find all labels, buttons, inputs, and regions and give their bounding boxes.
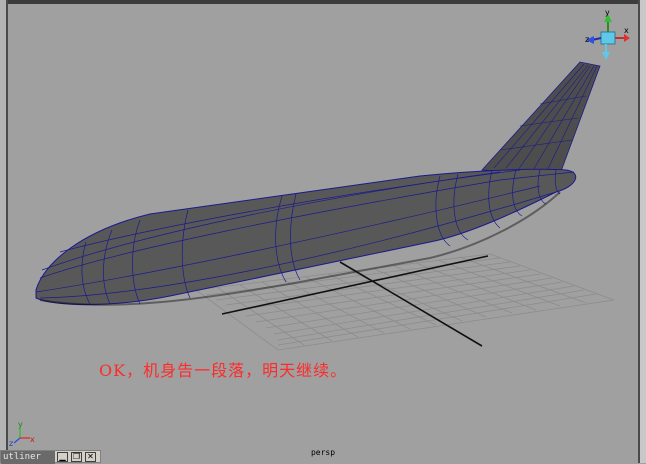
viewport-top-border: [0, 0, 646, 4]
outliner-title[interactable]: utliner: [1, 451, 55, 464]
corner-axis-label-y: y: [18, 420, 23, 429]
perspective-viewport[interactable]: y x z y x z OK，机身告一段落，明天继续。 persp utline…: [0, 0, 646, 464]
view-cube-label-x: x: [624, 26, 629, 35]
annotation-text: OK，机身告一段落，明天继续。: [99, 361, 348, 380]
viewport-right-border: [638, 0, 646, 463]
view-cube-label-y: y: [605, 8, 610, 17]
close-icon[interactable]: ✕: [85, 452, 96, 462]
scene-canvas[interactable]: y x z y x z: [0, 0, 646, 463]
view-cube-axes[interactable]: [586, 14, 630, 60]
corner-axis-indicator: [13, 428, 30, 444]
view-cube-label-z: z: [585, 35, 589, 44]
restore-icon[interactable]: ❐: [71, 452, 82, 462]
corner-axis-label-x: x: [30, 435, 35, 444]
tail-fin[interactable]: [481, 61, 601, 175]
corner-axis-label-z: z: [9, 439, 13, 448]
fuselage-mesh[interactable]: [35, 168, 577, 306]
viewport-left-edge: [6, 0, 8, 463]
minimize-icon[interactable]: ▁: [57, 452, 68, 462]
outliner-window[interactable]: utliner ▁ ❐ ✕: [0, 450, 101, 464]
